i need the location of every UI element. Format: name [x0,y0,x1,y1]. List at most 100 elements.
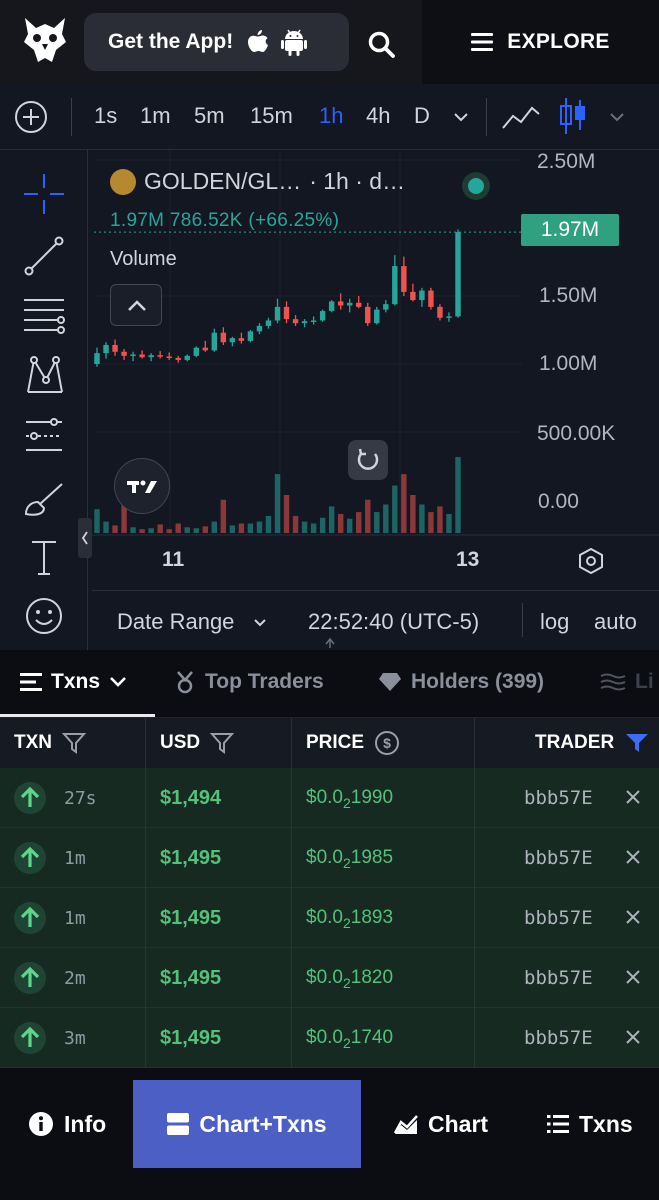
table-row[interactable]: 2m $1,495 $0.021820 bbb57E [0,948,659,1008]
volume-bar [157,524,163,533]
timeframe-4h[interactable]: 4h [366,103,390,129]
get-app-button[interactable]: Get the App! [84,13,349,71]
cell-divider [474,768,475,828]
cell-divider [145,828,146,888]
settings-hexagon-icon[interactable] [578,548,604,574]
cell-divider [291,828,292,888]
txn-usd: $1,495 [160,907,222,929]
cell-divider [474,888,475,948]
table-row[interactable]: 1m $1,495 $0.021893 bbb57E [0,888,659,948]
nav-chart-txns[interactable]: Chart+Txns [133,1080,361,1168]
chevron-down-icon[interactable] [608,110,626,124]
symbol-label[interactable]: GOLDEN/GL… [144,168,301,195]
volume-bar [256,521,263,533]
auto-scale-toggle[interactable]: auto [594,609,637,635]
chevron-down-icon[interactable] [452,110,470,124]
cell-divider [145,948,146,1008]
nav-info[interactable]: Info [28,1080,106,1168]
volume-bar [283,495,290,533]
filter-active-icon[interactable] [624,732,650,754]
candle-body [229,338,236,343]
volume-bar [229,525,236,533]
data-tabs: Txns Top Traders Holders (399) Li [0,650,659,718]
column-usd[interactable]: USD [160,718,235,768]
column-price[interactable]: PRICE $ [306,718,400,768]
candle-body [392,266,398,305]
tab-txns[interactable]: Txns [20,670,127,694]
close-icon[interactable] [624,848,642,866]
candle-body [292,319,299,324]
volume-bar [148,528,154,533]
add-indicator-icon[interactable] [14,100,48,134]
collapse-sidebar-icon[interactable] [78,518,92,558]
search-icon[interactable] [366,28,398,62]
candle-body [446,316,452,318]
volume-bar [374,512,380,533]
timeframe-d[interactable]: D [414,103,430,129]
volume-bar [184,527,190,533]
filter-icon[interactable] [62,732,86,754]
collapse-legend-button[interactable] [110,284,162,326]
column-trader-label: TRADER [535,732,615,753]
token-avatar [110,168,136,195]
menu-icon [471,33,494,51]
tradingview-logo[interactable] [114,458,170,514]
column-trader[interactable]: TRADER [535,718,650,768]
info-icon [29,1112,53,1136]
candlestick-icon[interactable] [558,96,588,136]
price-prefix: $0.0 [306,1027,343,1048]
owl-logo-icon[interactable] [22,14,68,66]
txn-price: $0.021820 [306,967,393,991]
cell-divider [474,828,475,888]
table-row[interactable]: 27s $1,494 $0.021990 bbb57E [0,768,659,828]
price-zero-count: 2 [342,794,351,811]
tab-top-traders-label: Top Traders [205,670,324,693]
close-icon[interactable] [624,908,642,926]
filter-icon[interactable] [210,732,235,754]
tab-liquidity[interactable]: Li [600,670,654,694]
price-prefix: $0.0 [306,847,343,868]
date-range-button[interactable]: Date Range [117,609,234,635]
tab-holders[interactable]: Holders (399) [378,670,544,694]
buy-arrow-icon [14,1022,46,1054]
txn-age: 3m [64,1028,86,1049]
cell-divider [291,948,292,1008]
chevron-down-icon[interactable] [252,617,268,629]
line-chart-icon[interactable] [502,102,540,132]
y-axis-tick: 1.00M [539,352,598,375]
txn-trader[interactable]: bbb57E [524,847,593,869]
cell-divider [474,1008,475,1068]
price-digits: 1985 [350,847,394,868]
nav-txns[interactable]: Txns [547,1080,633,1168]
timeframe-15m[interactable]: 15m [250,103,293,129]
tab-top-traders[interactable]: Top Traders [174,670,324,694]
column-price-label: PRICE [306,732,365,753]
candle-body [346,302,353,306]
txn-age: 2m [64,968,86,989]
reset-chart-button[interactable] [348,440,388,480]
close-icon[interactable] [624,968,642,986]
table-row[interactable]: 3m $1,495 $0.021740 bbb57E [0,1008,659,1068]
candle-body [220,332,227,343]
close-icon[interactable] [624,1028,642,1046]
column-txn[interactable]: TXN [14,718,86,768]
txn-price: $0.021990 [306,787,393,811]
timeframe-1h[interactable]: 1h [319,103,343,129]
interval-label: · 1h · d… [309,168,406,194]
nav-chart[interactable]: Chart [394,1080,488,1168]
timeframe-1m[interactable]: 1m [140,103,171,129]
txn-trader[interactable]: bbb57E [524,1027,593,1049]
explore-button[interactable]: EXPLORE [422,0,659,84]
txn-trader[interactable]: bbb57E [524,787,593,809]
timeframe-5m[interactable]: 5m [194,103,225,129]
table-row[interactable]: 1m $1,495 $0.021985 bbb57E [0,828,659,888]
dollar-circle-icon[interactable]: $ [374,730,400,756]
buy-arrow-icon [14,842,46,874]
price-zero-count: 2 [342,854,351,871]
timeframe-1s[interactable]: 1s [94,103,117,129]
log-scale-toggle[interactable]: log [540,609,569,635]
candle-body [175,357,181,360]
close-icon[interactable] [624,788,642,806]
txn-trader[interactable]: bbb57E [524,967,593,989]
txn-trader[interactable]: bbb57E [524,907,593,929]
